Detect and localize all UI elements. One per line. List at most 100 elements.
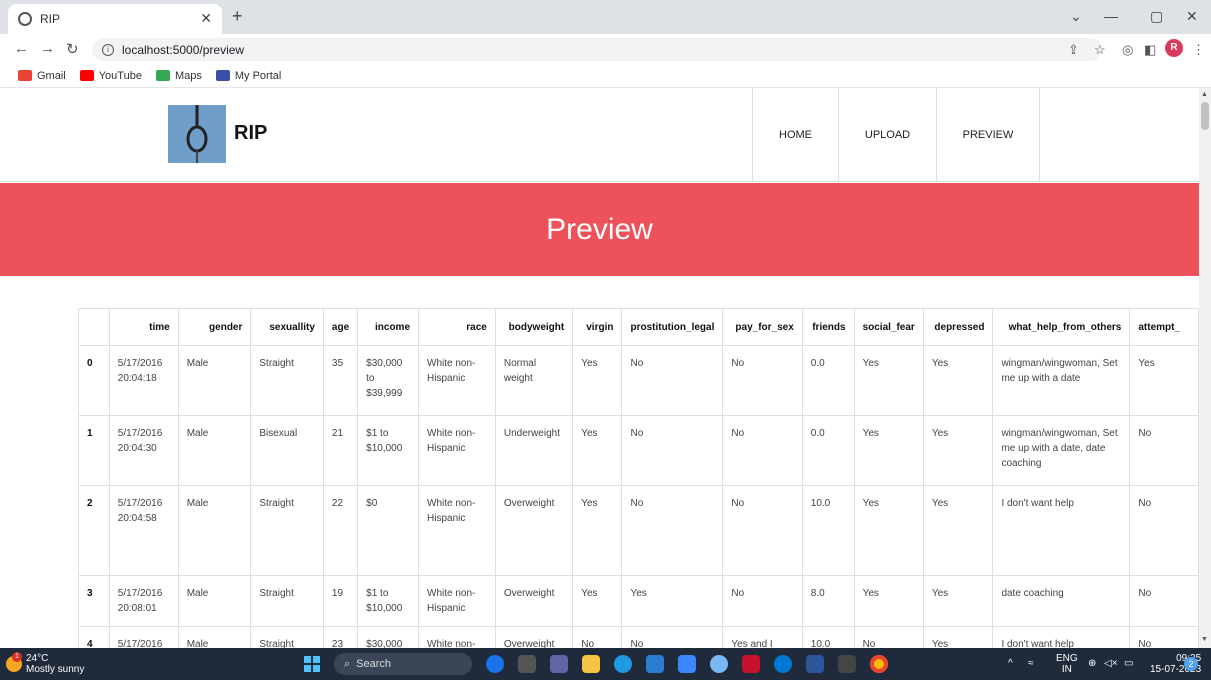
new-tab-icon[interactable]: +	[232, 6, 243, 27]
terminal-icon[interactable]	[838, 655, 856, 673]
scrollbar-thumb[interactable]	[1201, 102, 1209, 130]
hero-banner: Preview	[0, 183, 1199, 276]
table-cell: Yes	[853, 415, 924, 486]
bookmark-youtube[interactable]: YouTube	[79, 69, 142, 82]
language-indicator[interactable]: ENG IN	[1056, 653, 1078, 675]
chevron-up-icon[interactable]: ^	[1008, 658, 1013, 669]
bookmark-my-portal[interactable]: My Portal	[215, 70, 281, 82]
forward-icon[interactable]: →	[40, 40, 55, 57]
search-icon: ⌕	[344, 657, 351, 670]
bookmark-gmail[interactable]: Gmail	[18, 70, 66, 82]
region-code: IN	[1061, 664, 1072, 675]
row-index: 1	[78, 415, 110, 486]
table-cell: $0	[357, 485, 420, 576]
side-panel-icon[interactable]: ◧	[1144, 42, 1156, 58]
table-cell: White non-Hispanic	[418, 485, 496, 576]
mcafee-icon[interactable]	[742, 655, 760, 673]
profile-avatar[interactable]: R	[1165, 39, 1183, 57]
notification-badge[interactable]: 2	[1184, 657, 1198, 671]
page-scrollbar[interactable]: ▲ ▼	[1199, 88, 1211, 648]
column-header: prostitution_legal	[621, 308, 724, 346]
table-cell: $30,000	[357, 626, 420, 648]
table-cell: White non-Hispanic	[418, 415, 496, 486]
site-brand[interactable]: RIP	[234, 122, 267, 145]
battery-icon[interactable]: ▭	[1124, 658, 1133, 669]
info-icon[interactable]: i	[102, 43, 114, 56]
teams-icon[interactable]	[550, 655, 568, 673]
settings-app-icon[interactable]	[710, 655, 728, 673]
table-cell: 21	[322, 415, 359, 486]
menu-icon[interactable]: ⋮	[1192, 42, 1205, 58]
bookmark-label: YouTube	[98, 69, 142, 82]
back-icon[interactable]: ←	[14, 40, 29, 57]
scroll-up-icon[interactable]: ▲	[1201, 91, 1208, 98]
table-cell: No	[722, 485, 803, 576]
table-cell: Overweight	[494, 575, 574, 627]
scroll-down-icon[interactable]: ▼	[1201, 636, 1208, 643]
star-icon[interactable]: ☆	[1094, 42, 1106, 58]
app-icon[interactable]	[678, 655, 696, 673]
window-close-icon[interactable]: ✕	[1186, 8, 1198, 25]
nav-preview[interactable]: PREVIEW	[936, 88, 1040, 182]
youtube-icon	[79, 70, 94, 81]
table-cell: No	[1129, 626, 1199, 648]
word-icon[interactable]	[806, 655, 824, 673]
table-cell: I don't want help	[992, 485, 1131, 576]
restore-icon[interactable]: ▢	[1150, 8, 1163, 25]
table-cell: Yes	[922, 345, 994, 416]
volume-icon[interactable]: ◁×	[1104, 658, 1118, 669]
share-icon[interactable]: ⇪	[1068, 42, 1079, 58]
weather-icon[interactable]: 1	[6, 652, 22, 672]
chrome-icon[interactable]	[870, 655, 888, 673]
table-cell: No	[1129, 415, 1199, 486]
table-cell: Yes	[572, 415, 623, 486]
file-explorer-icon[interactable]	[582, 655, 600, 673]
language-code: ENG	[1056, 653, 1078, 664]
chevron-down-icon[interactable]: ⌄	[1070, 8, 1082, 25]
browser-tab[interactable]: RIP ✕	[8, 4, 222, 34]
table-cell: 10.0	[801, 485, 855, 576]
page-content: RIP HOME UPLOAD PREVIEW Preview time gen…	[0, 88, 1199, 648]
table-row: 3 5/17/2016 20:08:01 Male Straight 19 $1 to $…	[78, 575, 1199, 627]
table-cell: 5/17/2016	[108, 626, 179, 648]
noose-logo-icon[interactable]	[168, 105, 226, 163]
extensions-icon[interactable]: ◎	[1122, 42, 1133, 58]
table-cell: Yes	[853, 485, 924, 576]
table-cell: No	[722, 575, 803, 627]
url-field[interactable]: i localhost:5000/preview	[92, 38, 1102, 61]
table-cell: No	[853, 626, 924, 648]
skype-icon[interactable]	[774, 655, 792, 673]
table-cell: Yes	[1129, 345, 1199, 416]
table-cell: 22	[322, 485, 359, 576]
nav-upload[interactable]: UPLOAD	[838, 88, 936, 182]
table-cell: No	[621, 345, 724, 416]
table-cell: Yes	[572, 485, 623, 576]
table-cell: date coaching	[992, 575, 1131, 627]
weather-widget[interactable]: 24°C Mostly sunny	[26, 653, 84, 675]
bookmark-label: Gmail	[37, 69, 66, 82]
bing-icon[interactable]	[486, 655, 504, 673]
close-icon[interactable]: ✕	[200, 10, 212, 27]
table-cell: $1 to $10,000	[357, 575, 420, 627]
network-icon[interactable]: ⊕	[1088, 658, 1096, 669]
table-cell: Yes	[621, 575, 724, 627]
site-header: RIP HOME UPLOAD PREVIEW	[0, 88, 1199, 182]
table-cell: Yes and I	[722, 626, 803, 648]
app-tray-icon[interactable]: ≈	[1028, 658, 1034, 669]
table-cell: Straight	[250, 485, 324, 576]
data-table-container[interactable]: time gender sexuallity age income race b…	[78, 308, 1199, 648]
windows-start-icon[interactable]	[304, 656, 320, 672]
nav-home[interactable]: HOME	[752, 88, 838, 182]
column-header: sexuallity	[250, 308, 324, 346]
taskbar-search[interactable]: ⌕ Search	[334, 653, 472, 675]
task-view-icon[interactable]	[518, 655, 536, 673]
row-index: 0	[78, 345, 110, 416]
table-cell: Straight	[250, 345, 324, 416]
bookmark-maps[interactable]: Maps	[155, 70, 202, 82]
table-cell: Male	[177, 575, 252, 627]
reload-icon[interactable]: ↻	[66, 40, 79, 58]
edge-icon[interactable]	[614, 655, 632, 673]
store-icon[interactable]	[646, 655, 664, 673]
minimize-icon[interactable]: —	[1104, 8, 1118, 24]
table-cell: Yes	[922, 575, 994, 627]
